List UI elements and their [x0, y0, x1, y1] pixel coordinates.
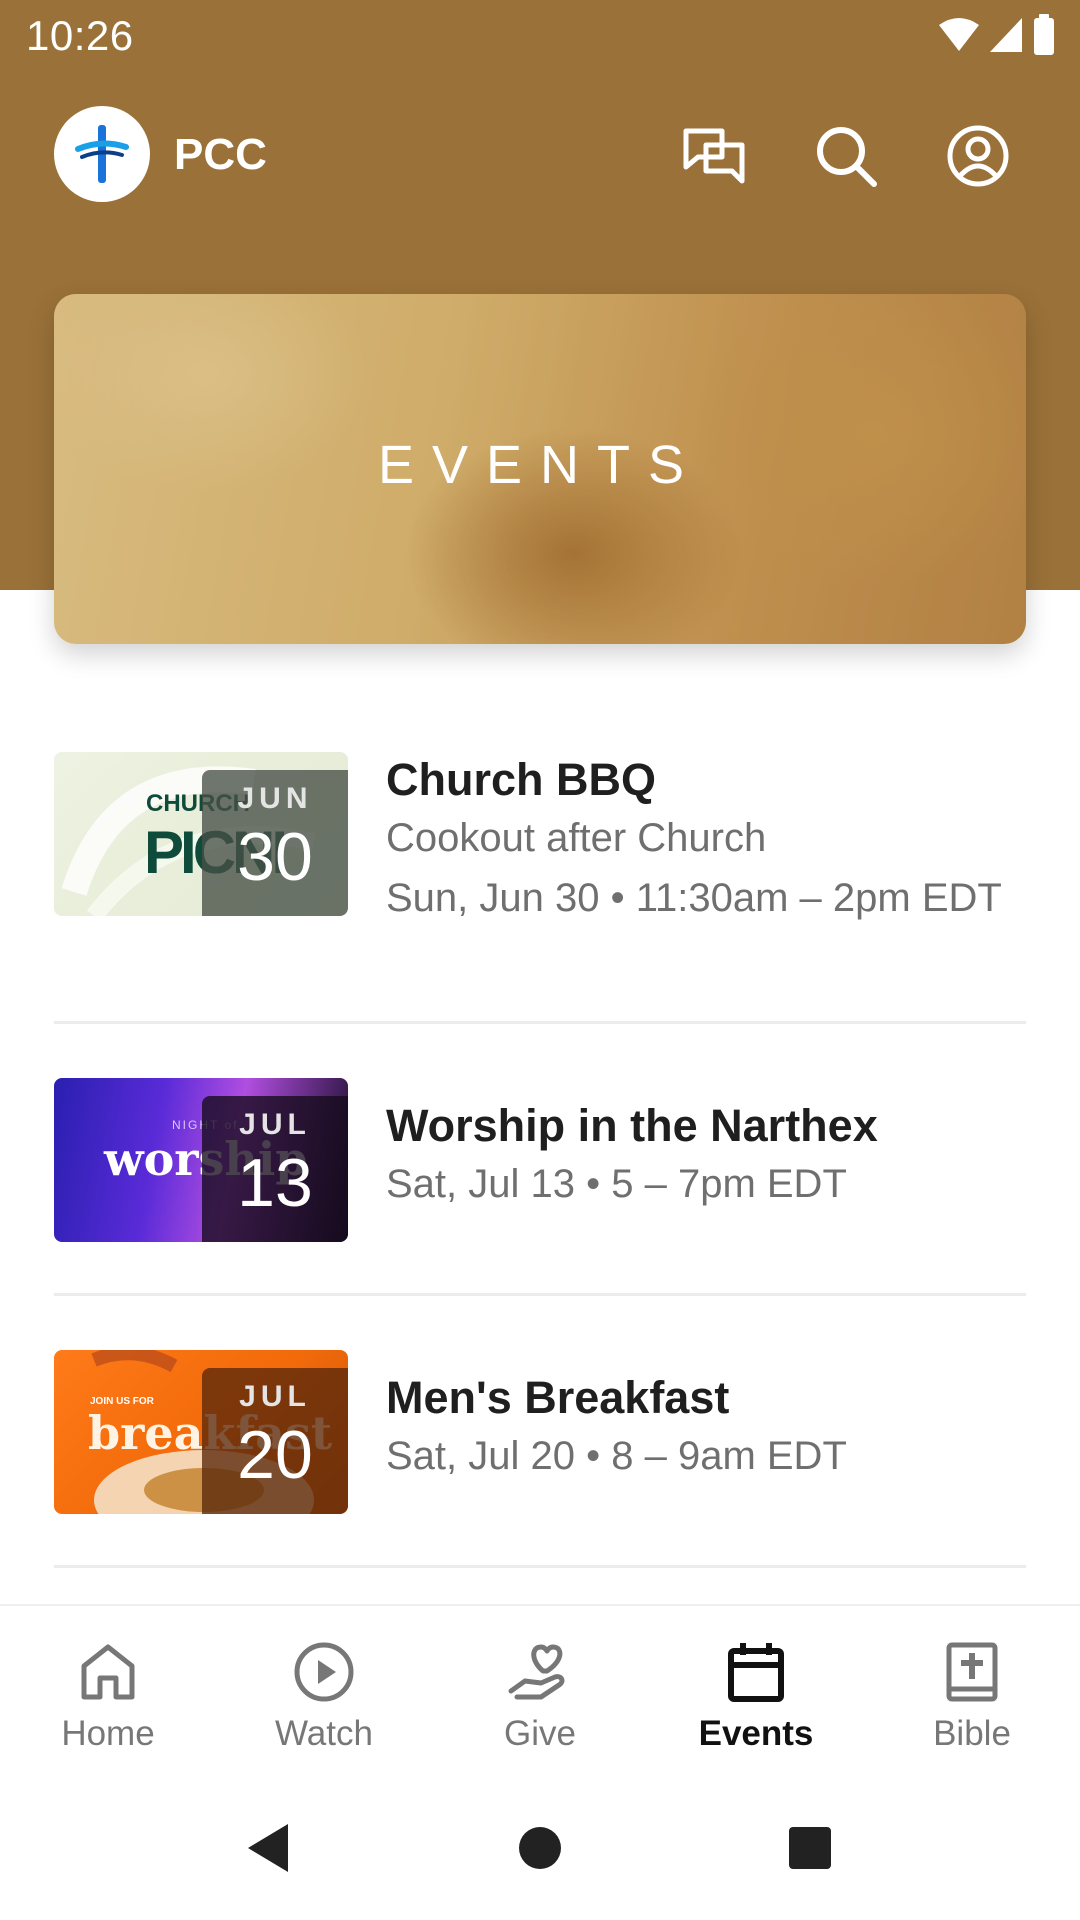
- date-badge-day: 30: [237, 819, 313, 895]
- wifi-icon: [939, 18, 979, 51]
- top-app-bar: PCC: [0, 100, 1080, 216]
- event-datetime: Sat, Jul 20 • 8 – 9am EDT: [386, 1434, 847, 1478]
- status-time: 10:26: [26, 12, 134, 59]
- profile-button[interactable]: [942, 120, 1014, 192]
- battery-icon: [1034, 14, 1054, 55]
- event-thumbnail: NIGHT of worship JUL 13: [54, 1078, 348, 1242]
- status-bar: 10:26: [0, 0, 1080, 76]
- date-badge-month: JUL: [239, 1108, 311, 1141]
- nav-label: Home: [61, 1714, 155, 1753]
- event-item-mens-breakfast[interactable]: JOIN US FOR breakfast JUL 20 Men's Break…: [54, 1296, 1026, 1568]
- home-icon: [0, 1636, 216, 1708]
- event-datetime: Sat, Jul 13 • 5 – 7pm EDT: [386, 1162, 847, 1206]
- search-icon: [817, 127, 877, 187]
- date-badge-day: 13: [237, 1145, 313, 1221]
- cellular-signal-icon: [990, 18, 1022, 52]
- nav-item-bible[interactable]: Bible: [864, 1636, 1080, 1766]
- system-recents-button[interactable]: [770, 1812, 850, 1884]
- bible-icon: [864, 1636, 1080, 1708]
- date-badge-day: 20: [237, 1417, 313, 1493]
- nav-item-watch[interactable]: Watch: [216, 1636, 432, 1766]
- nav-item-give[interactable]: Give: [432, 1636, 648, 1766]
- status-icons: [938, 14, 1056, 56]
- event-item-church-bbq[interactable]: CHURCH PICNI JUN 30 Church BBQ Cookout a…: [54, 752, 1026, 1024]
- date-badge-month: JUN: [237, 782, 313, 815]
- hero-title: EVENTS: [377, 435, 703, 495]
- nav-label: Give: [504, 1714, 576, 1753]
- recents-square-icon: [789, 1827, 831, 1869]
- system-back-button[interactable]: [228, 1812, 308, 1884]
- nav-label: Bible: [933, 1714, 1011, 1753]
- bottom-navigation: Home Watch Give Events Bible: [0, 1604, 1080, 1774]
- app-screen: 10:26 PCC EVENTS CHURCH JUN 30 Church BB…: [0, 0, 1080, 1920]
- event-title: Worship in the Narthex: [386, 1100, 878, 1151]
- give-heart-hand-icon: [432, 1636, 648, 1708]
- event-details: Worship in the Narthex Sat, Jul 13 • 5 –…: [386, 1098, 1026, 1214]
- account-circle-icon: [947, 125, 1009, 187]
- system-home-button[interactable]: [500, 1812, 580, 1884]
- event-thumbnail: JOIN US FOR breakfast JUL 20: [54, 1350, 348, 1514]
- home-circle-icon: [519, 1827, 561, 1869]
- date-badge: JUN 30: [202, 770, 348, 916]
- event-subtitle: Cookout after Church: [386, 816, 767, 860]
- event-list: CHURCH PICNI JUN 30 Church BBQ Cookout a…: [54, 752, 1026, 1568]
- org-name: PCC: [174, 130, 267, 179]
- event-details: Men's Breakfast Sat, Jul 20 • 8 – 9am ED…: [386, 1370, 1026, 1486]
- date-badge-month: JUL: [239, 1380, 311, 1413]
- event-title: Church BBQ: [386, 754, 656, 805]
- calendar-icon: [648, 1636, 864, 1708]
- date-badge: JUL 20: [202, 1368, 348, 1514]
- nav-item-events[interactable]: Events: [648, 1636, 864, 1766]
- back-triangle-icon: [248, 1824, 288, 1872]
- cross-logo-icon: [75, 125, 129, 183]
- nav-label: Watch: [275, 1714, 373, 1753]
- events-hero-banner: EVENTS: [54, 294, 1026, 644]
- date-badge: JUL 13: [202, 1096, 348, 1242]
- nav-label: Events: [698, 1714, 814, 1753]
- messages-button[interactable]: [678, 120, 750, 192]
- event-thumbnail: CHURCH PICNI JUN 30: [54, 752, 348, 916]
- event-item-worship-narthex[interactable]: NIGHT of worship JUL 13 Worship in the N…: [54, 1024, 1026, 1296]
- search-button[interactable]: [810, 120, 882, 192]
- event-datetime: Sun, Jun 30 • 11:30am – 2pm EDT: [386, 876, 1002, 920]
- nav-item-home[interactable]: Home: [0, 1636, 216, 1766]
- church-logo[interactable]: [54, 106, 150, 202]
- chat-icon: [683, 128, 745, 184]
- play-circle-icon: [216, 1636, 432, 1708]
- event-details: Church BBQ Cookout after Church Sun, Jun…: [386, 752, 1026, 928]
- event-title: Men's Breakfast: [386, 1372, 730, 1423]
- system-navigation-bar: [0, 1774, 1080, 1920]
